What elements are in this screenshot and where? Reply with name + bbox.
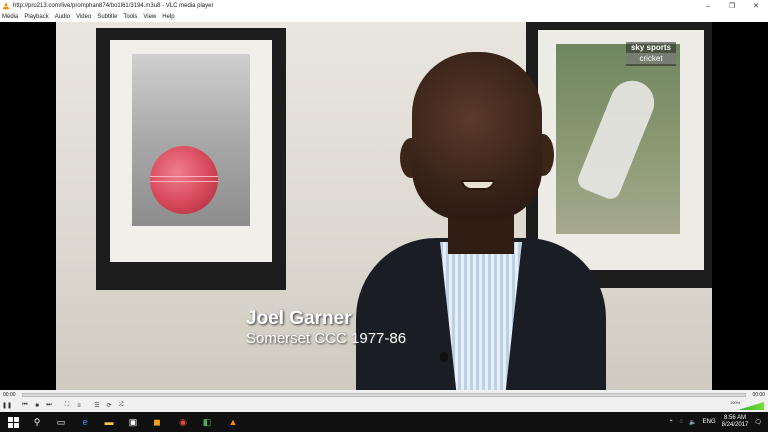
menu-subtitle[interactable]: Subtitle — [97, 14, 117, 20]
notification-icon[interactable]: 🗨 — [754, 419, 762, 426]
lapel-mic — [440, 352, 448, 362]
network-icon[interactable]: ◌ — [680, 419, 684, 425]
head — [412, 52, 542, 220]
search-icon[interactable]: ⚲ — [30, 415, 44, 429]
mouth — [461, 180, 495, 190]
total-time: 00:00 — [752, 392, 765, 398]
elapsed-time: 00:00 — [3, 392, 16, 398]
fullscreen-button[interactable]: ⛶ — [62, 402, 72, 410]
caption-name: Joel Garner — [246, 308, 352, 329]
window-title: http://pro213.com/live/promphan874/bo1l6… — [13, 3, 214, 9]
next-button[interactable]: ⏭ — [44, 402, 54, 410]
language-indicator[interactable]: ENG — [703, 419, 716, 425]
clock-time: 8:56 AM — [724, 415, 747, 421]
seek-bar[interactable] — [22, 393, 746, 397]
vlc-taskbar-icon[interactable]: ▲ — [226, 415, 240, 429]
taskbar: ⚲ ▭ e ▬ ▣ ◼ ◉ ◧ ▲ ⌃ ◌ 🔈 ENG 8:56 AM 8/24… — [0, 412, 768, 432]
menu-video[interactable]: Video — [76, 14, 91, 20]
edge-browser-icon[interactable]: e — [78, 415, 92, 429]
menu-help[interactable]: Help — [162, 14, 174, 20]
volume-label: 100% — [730, 400, 741, 405]
outlook-icon[interactable]: ◼ — [150, 415, 164, 429]
ball-seam — [150, 176, 218, 182]
menu-audio[interactable]: Audio — [55, 14, 70, 20]
task-view-icon[interactable]: ▭ — [54, 415, 68, 429]
shuffle-button[interactable]: ⤮ — [116, 402, 126, 410]
channel-logo: sky sports cricket — [626, 42, 676, 66]
menu-bar: Media Playback Audio Video Subtitle Tool… — [0, 12, 768, 22]
pause-button[interactable]: ❚❚ — [2, 402, 12, 410]
menu-media[interactable]: Media — [2, 14, 18, 20]
extended-settings-button[interactable]: ≡ — [74, 402, 84, 410]
store-icon[interactable]: ▣ — [126, 415, 140, 429]
previous-button[interactable]: ⏮ — [20, 402, 30, 410]
app-icon[interactable]: ◧ — [200, 415, 214, 429]
cricket-ball — [150, 146, 218, 214]
window-controls: – ❐ ✕ — [696, 0, 768, 12]
control-buttons: ❚❚ ⏮ ■ ⏭ ⛶ ≡ ☰ ⟳ ⤮ — [2, 401, 128, 410]
clock-date: 8/24/2017 — [721, 422, 749, 428]
system-tray: ⌃ ◌ 🔈 ENG 8:56 AM 8/24/2017 🗨 — [669, 412, 768, 432]
file-explorer-icon[interactable]: ▬ — [102, 415, 116, 429]
loop-button[interactable]: ⟳ — [104, 402, 114, 410]
video-frame: sky sports cricket Joel Garner Somerset … — [56, 22, 712, 390]
volume-control[interactable]: 100% — [730, 400, 764, 410]
chevron-up-icon[interactable]: ⌃ — [669, 419, 674, 426]
volume-slider[interactable] — [738, 402, 764, 410]
windows-start-icon[interactable] — [6, 415, 20, 429]
menu-tools[interactable]: Tools — [123, 14, 137, 20]
title-bar: http://pro213.com/live/promphan874/bo1l6… — [0, 0, 768, 12]
player-controls: 00:00 00:00 ❚❚ ⏮ ■ ⏭ ⛶ ≡ ☰ ⟳ ⤮ 100% — [0, 390, 768, 412]
cricket-ball-photo — [132, 54, 250, 226]
logo-top-text: sky sports — [630, 43, 672, 52]
menu-playback[interactable]: Playback — [24, 14, 48, 20]
vlc-cone-icon — [2, 2, 10, 10]
minimize-button[interactable]: – — [696, 0, 720, 12]
menu-view[interactable]: View — [143, 14, 156, 20]
logo-bottom-text: cricket — [626, 53, 676, 64]
playlist-button[interactable]: ☰ — [92, 402, 102, 410]
vlc-window: http://pro213.com/live/promphan874/bo1l6… — [0, 0, 768, 412]
caption-subtitle: Somerset CCC 1977-86 — [246, 330, 407, 347]
close-button[interactable]: ✕ — [744, 0, 768, 12]
video-area[interactable]: sky sports cricket Joel Garner Somerset … — [0, 22, 768, 390]
lower-third-caption: Joel Garner Somerset CCC 1977-86 — [246, 308, 406, 348]
speaker-icon[interactable]: 🔈 — [689, 419, 696, 426]
wall-frame-left — [96, 28, 286, 290]
clock[interactable]: 8:56 AM 8/24/2017 — [722, 415, 749, 429]
maximize-button[interactable]: ❐ — [720, 0, 744, 12]
chrome-icon[interactable]: ◉ — [176, 415, 190, 429]
frame-mat — [110, 40, 272, 262]
stop-button[interactable]: ■ — [32, 402, 42, 410]
